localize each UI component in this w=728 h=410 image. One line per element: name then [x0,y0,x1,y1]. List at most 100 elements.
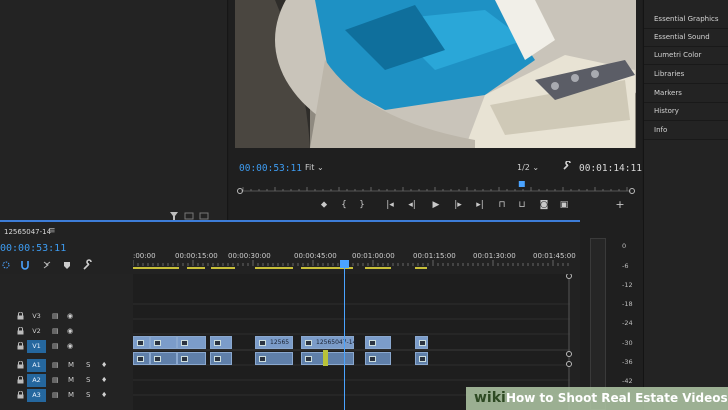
track-header-a1: A1 ▤ M S ♦ [0,358,133,373]
track-header-a3: A3 ▤ M S ♦ [0,388,133,403]
track-label[interactable]: V1 [27,340,46,353]
lock-icon[interactable] [17,342,24,350]
go-to-out-icon[interactable]: ▸| [473,200,487,210]
timeline-timecode[interactable]: 00:00:53:11 [0,243,66,254]
microphone-icon[interactable]: ♦ [101,361,107,369]
audio-clip[interactable] [365,352,391,365]
audio-meter-bar [590,238,606,410]
film-icon[interactable]: ▤ [52,391,59,399]
fx-badge [137,356,144,362]
timeline-ruler[interactable]: :00:00 00:00:15:00 00:00:30:00 00:00:45:… [133,248,576,272]
zoom-select[interactable]: Fit ⌄ [305,163,324,172]
comparison-view-icon[interactable]: ▣ [557,200,571,210]
menu-lumetri-color[interactable]: Lumetri Color [654,51,701,59]
menu-essential-graphics[interactable]: Essential Graphics [654,15,719,23]
fx-badge [214,340,221,346]
program-scrub-bar[interactable] [237,178,635,196]
menu-info[interactable]: Info [654,126,667,134]
audio-clip[interactable] [150,352,177,365]
audio-clip[interactable] [415,352,428,365]
film-icon[interactable]: ▤ [52,376,59,384]
fx-badge [154,340,161,346]
audio-meter-panel: 0 -6 -12 -18 -24 -30 -36 -42 [580,220,643,410]
film-icon[interactable]: ▤ [52,361,59,369]
microphone-icon[interactable]: ♦ [101,376,107,384]
film-icon[interactable]: ▤ [52,312,59,320]
lift-icon[interactable]: ⊓ [495,200,509,210]
wrench-icon[interactable] [83,259,92,270]
meter-tick: -12 [622,281,633,289]
mark-in-icon[interactable]: { [337,200,351,210]
video-preview [235,0,636,148]
resolution-select[interactable]: 1/2 ⌄ [517,163,539,172]
solo-button[interactable]: S [86,391,90,399]
ruler-label: 00:01:30:00 [473,252,516,260]
camera-icon[interactable]: ◙ [537,200,551,210]
microphone-icon[interactable]: ♦ [101,391,107,399]
mute-button[interactable]: M [68,361,74,369]
mute-button[interactable]: M [68,391,74,399]
lock-icon[interactable] [17,312,24,320]
track-label[interactable]: V2 [27,325,46,338]
audio-clip[interactable] [177,352,206,365]
add-marker-icon[interactable] [64,262,70,269]
film-icon[interactable]: ▤ [52,327,59,335]
menu-markers[interactable]: Markers [654,89,682,97]
video-clip[interactable]: 12565047-14 [301,336,356,349]
fx-badge [305,356,312,362]
eye-icon[interactable]: ◉ [67,342,73,350]
menu-history[interactable]: History [654,107,679,115]
audio-clip[interactable] [255,352,293,365]
wikihow-logo: wiki [474,390,506,406]
video-clip[interactable] [415,336,428,349]
solo-button[interactable]: S [86,361,90,369]
lock-icon[interactable] [17,361,24,369]
video-clip[interactable] [133,336,150,349]
fx-badge [214,356,221,362]
audio-clip[interactable] [133,352,150,365]
wrench-icon[interactable] [562,161,572,171]
sequence-tab[interactable]: 12565047-14 [4,228,51,236]
eye-icon[interactable]: ◉ [67,312,73,320]
magnet-icon[interactable] [21,261,29,270]
track-label[interactable]: A3 [27,389,46,402]
lock-icon[interactable] [17,376,24,384]
linked-selection-icon[interactable] [43,261,51,269]
current-timecode[interactable]: 00:00:53:11 [239,163,302,174]
film-icon[interactable]: ▤ [52,342,59,350]
video-clip[interactable] [210,336,232,349]
ruler-label: 00:00:30:00 [228,252,271,260]
solo-button[interactable]: S [86,376,90,384]
video-clip[interactable]: 12565 [255,336,293,349]
eye-icon[interactable]: ◉ [67,327,73,335]
menu-essential-sound[interactable]: Essential Sound [654,33,710,41]
track-label[interactable]: A2 [27,374,46,387]
add-button-icon[interactable]: + [613,198,627,211]
video-clip[interactable] [365,336,391,349]
play-icon[interactable]: ▶ [429,200,443,210]
track-label[interactable]: A1 [27,359,46,372]
ruler-label: 00:00:45:00 [294,252,337,260]
lock-icon[interactable] [17,391,24,399]
marker-icon[interactable]: ⬥ [317,200,331,210]
menu-libraries[interactable]: Libraries [654,70,684,78]
panel-menu-icon[interactable]: ≡ [48,226,56,236]
selection-marker [323,350,328,366]
step-forward-icon[interactable]: |▸ [451,200,465,210]
lock-icon[interactable] [17,327,24,335]
video-clip[interactable] [150,336,177,349]
step-back-icon[interactable]: ◂| [405,200,419,210]
track-header-v2: V2 ▤ ◉ [0,324,133,339]
video-clip[interactable] [177,336,206,349]
mark-out-icon[interactable]: } [355,200,369,210]
go-to-in-icon[interactable]: |◂ [383,200,397,210]
zoom-select-value: Fit [305,163,315,172]
extract-icon[interactable]: ⊔ [515,200,529,210]
timeline-playhead[interactable] [344,264,345,410]
track-label[interactable]: V3 [27,310,46,323]
audio-clip[interactable] [210,352,232,365]
snap-icon[interactable] [2,261,10,269]
scrub-playhead[interactable] [518,181,525,187]
mute-button[interactable]: M [68,376,74,384]
bedroom-video-frame [235,0,636,148]
